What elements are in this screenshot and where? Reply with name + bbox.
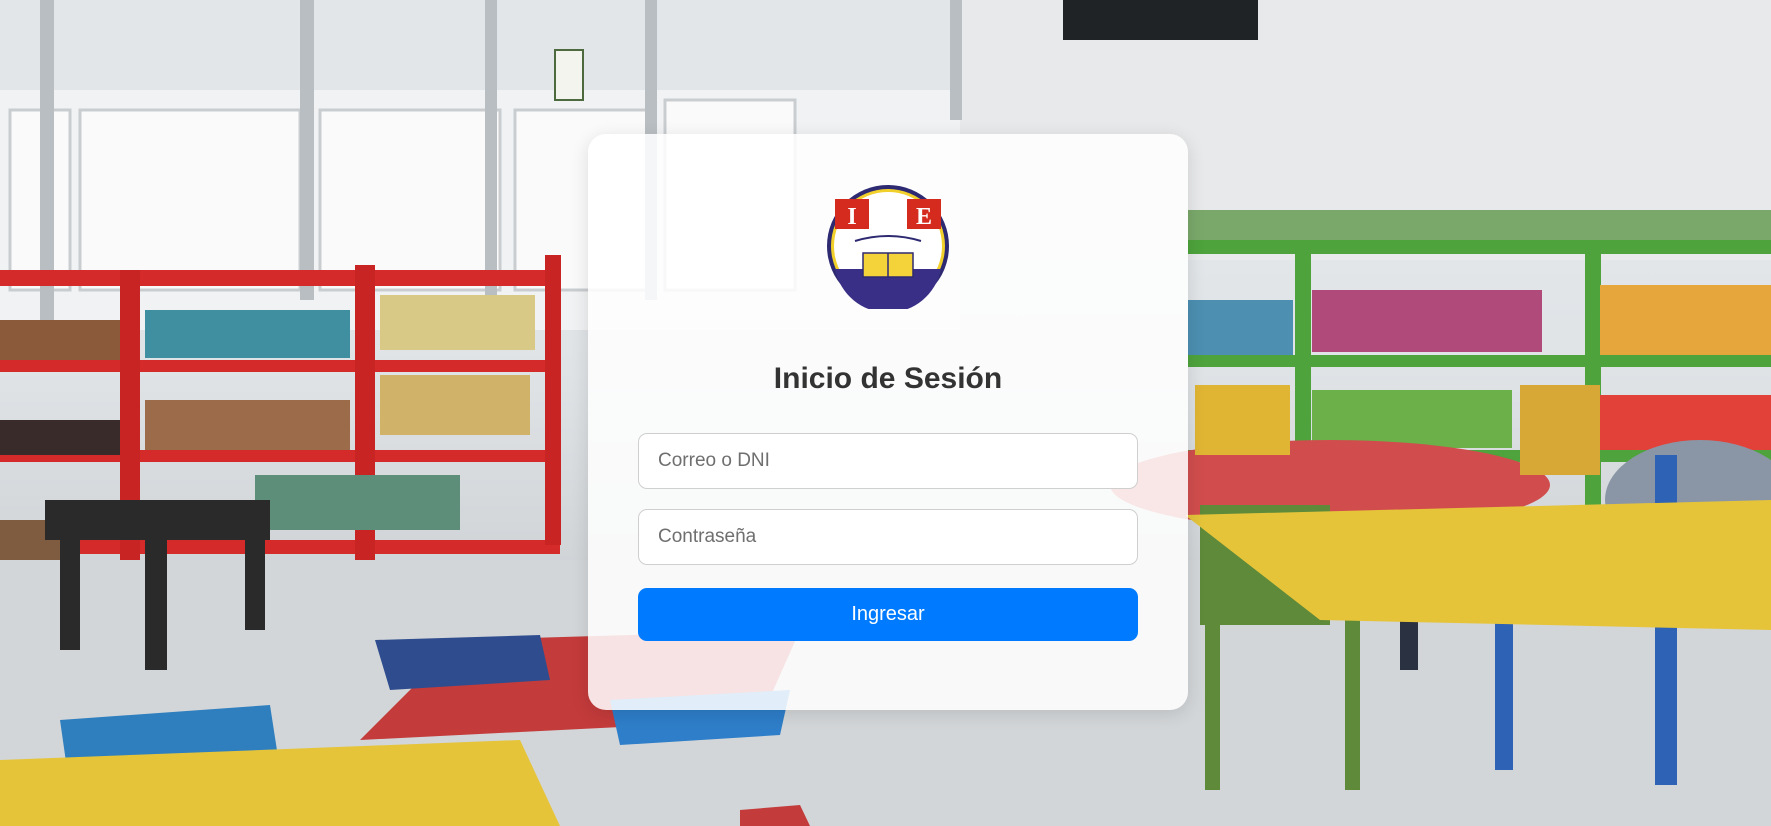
login-button[interactable]: Ingresar [638,588,1138,641]
password-input[interactable] [638,509,1138,565]
email-dni-input[interactable] [638,433,1138,489]
login-card: I E Inicio de Sesión Ingresar [588,134,1188,710]
logo-letter-i: I [847,204,856,230]
logo-letter-e: E [916,204,932,230]
school-logo-icon: I E [827,185,949,309]
page-title: Inicio de Sesión [773,362,1003,395]
